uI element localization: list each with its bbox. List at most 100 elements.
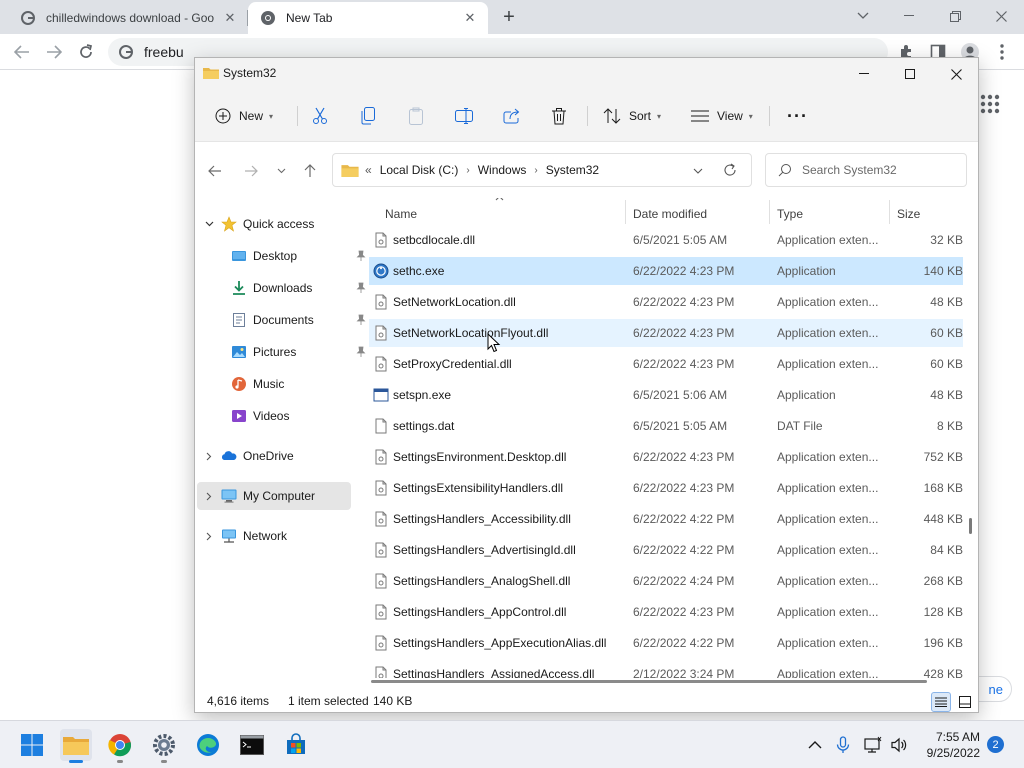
- column-header-size[interactable]: Size: [897, 204, 920, 224]
- file-row[interactable]: SettingsExtensibilityHandlers.dll 6/22/20…: [369, 474, 963, 502]
- start-button[interactable]: [16, 729, 48, 761]
- share-button[interactable]: [503, 104, 521, 128]
- tab-search-chevron-icon[interactable]: [840, 4, 886, 28]
- file-size: 128 KB: [923, 605, 963, 619]
- new-tab-button[interactable]: +: [498, 6, 520, 28]
- file-date: 6/22/2022 4:22 PM: [633, 636, 735, 650]
- cut-button[interactable]: [311, 104, 329, 128]
- clock-date: 9/25/2022: [926, 746, 980, 760]
- chevron-up-icon[interactable]: [806, 736, 824, 754]
- nav-item-onedrive[interactable]: OneDrive: [203, 442, 294, 470]
- nav-item-my-computer[interactable]: My Computer: [197, 482, 351, 510]
- file-row[interactable]: setspn.exe 6/5/2021 5:06 AM Application 48 …: [369, 381, 963, 409]
- taskbar-terminal[interactable]: [236, 729, 268, 761]
- taskbar-store[interactable]: [280, 729, 312, 761]
- taskbar-settings[interactable]: [148, 729, 180, 763]
- column-divider[interactable]: [769, 200, 770, 224]
- file-row[interactable]: SetNetworkLocationFlyout.dll 6/22/2022 4:…: [369, 319, 963, 347]
- file-row[interactable]: SetNetworkLocation.dll 6/22/2022 4:23 PM A…: [369, 288, 963, 316]
- up-arrow-icon[interactable]: [300, 162, 320, 180]
- recent-locations-chevron-icon[interactable]: [271, 162, 291, 180]
- details-view-button[interactable]: [931, 692, 951, 712]
- address-bar[interactable]: « Local Disk (C:) › Windows › System32: [332, 153, 752, 187]
- nav-item-desktop[interactable]: Desktop: [213, 242, 366, 270]
- browser-tab-newtab[interactable]: New Tab ✕: [248, 2, 488, 34]
- close-tab-icon[interactable]: ✕: [222, 10, 238, 26]
- close-tab-icon[interactable]: ✕: [462, 10, 478, 26]
- file-row[interactable]: SettingsHandlers_AssignedAccess.dll 2/12/…: [369, 660, 963, 678]
- vertical-scrollbar-thumb[interactable]: [969, 518, 972, 534]
- file-size: 196 KB: [923, 636, 963, 650]
- view-button[interactable]: View ▾: [691, 104, 753, 128]
- chevron-right-icon[interactable]: [203, 492, 215, 501]
- nav-item-videos[interactable]: Videos: [213, 402, 289, 430]
- taskbar-chrome[interactable]: [104, 729, 136, 763]
- browser-close-button[interactable]: [978, 4, 1024, 28]
- file-row[interactable]: SettingsHandlers_Accessibility.dll 6/22/2…: [369, 505, 963, 533]
- file-row[interactable]: SettingsEnvironment.Desktop.dll 6/22/2022…: [369, 443, 963, 471]
- file-row[interactable]: sethc.exe 6/22/2022 4:23 PM Application 140…: [369, 257, 963, 285]
- notification-badge[interactable]: 2: [987, 736, 1004, 753]
- google-apps-icon[interactable]: [980, 94, 1000, 114]
- browser-minimize-button[interactable]: [886, 4, 932, 28]
- column-divider[interactable]: [889, 200, 890, 224]
- minimize-button[interactable]: [841, 58, 887, 90]
- volume-icon[interactable]: [890, 736, 908, 754]
- nav-item-documents[interactable]: Documents: [213, 306, 366, 334]
- browser-tab-search[interactable]: chilledwindows download - Goo ✕: [8, 2, 248, 34]
- pin-icon[interactable]: [355, 346, 367, 358]
- forward-arrow-icon[interactable]: [241, 162, 261, 180]
- search-input[interactable]: Search System32: [765, 153, 967, 187]
- back-arrow-icon[interactable]: [205, 162, 225, 180]
- address-dropdown-chevron-icon[interactable]: [693, 168, 703, 174]
- maximize-button[interactable]: [887, 58, 933, 90]
- nav-item-network[interactable]: Network: [203, 522, 287, 550]
- chevron-down-icon[interactable]: [203, 221, 215, 227]
- large-icons-view-button[interactable]: [955, 692, 975, 712]
- file-row[interactable]: SettingsHandlers_AppControl.dll 6/22/2022…: [369, 598, 963, 626]
- nav-item-music[interactable]: Music: [213, 370, 284, 398]
- sort-button[interactable]: Sort ▾: [603, 104, 661, 128]
- browser-restore-button[interactable]: [932, 4, 978, 28]
- file-row[interactable]: setbcdlocale.dll 6/5/2021 5:05 AM Applicat…: [369, 226, 963, 254]
- back-arrow-icon[interactable]: [10, 40, 34, 64]
- browser-menu-icon[interactable]: [990, 40, 1014, 64]
- file-row[interactable]: SettingsHandlers_AdvertisingId.dll 6/22/2…: [369, 536, 963, 564]
- breadcrumb-windows[interactable]: Windows: [478, 163, 527, 177]
- column-header-name[interactable]: Name: [385, 204, 417, 224]
- refresh-icon[interactable]: [723, 163, 737, 177]
- chevron-right-icon[interactable]: [203, 532, 215, 541]
- clock[interactable]: 7:55 AM 9/25/2022: [920, 729, 980, 761]
- rename-button[interactable]: [455, 104, 473, 128]
- breadcrumb-local-disk[interactable]: Local Disk (C:): [380, 163, 459, 177]
- nav-item-downloads[interactable]: Downloads: [213, 274, 366, 302]
- copy-button[interactable]: [360, 104, 376, 128]
- new-button[interactable]: New ▾: [215, 104, 273, 128]
- reload-icon[interactable]: [74, 40, 98, 64]
- microphone-icon[interactable]: [834, 736, 852, 754]
- paste-button[interactable]: [408, 104, 424, 128]
- chevron-right-icon[interactable]: [203, 452, 215, 461]
- file-row[interactable]: SettingsHandlers_AnalogShell.dll 6/22/202…: [369, 567, 963, 595]
- pin-icon[interactable]: [355, 282, 367, 294]
- column-header-date-modified[interactable]: Date modified: [633, 204, 707, 224]
- forward-arrow-icon[interactable]: [42, 40, 66, 64]
- pin-icon[interactable]: [355, 314, 367, 326]
- file-row[interactable]: settings.dat 6/5/2021 5:05 AM DAT File 8 KB: [369, 412, 963, 440]
- nav-item-pictures[interactable]: Pictures: [213, 338, 366, 366]
- horizontal-scrollbar-thumb[interactable]: [371, 680, 927, 683]
- see-more-button[interactable]: ···: [787, 104, 808, 128]
- delete-button[interactable]: [551, 104, 567, 128]
- taskbar-edge[interactable]: [192, 729, 224, 761]
- breadcrumb-system32[interactable]: System32: [546, 163, 599, 177]
- column-header-type[interactable]: Type: [777, 204, 803, 224]
- column-divider[interactable]: [625, 200, 626, 224]
- close-button[interactable]: [933, 58, 979, 90]
- taskbar-file-explorer[interactable]: [60, 729, 92, 763]
- file-row[interactable]: SettingsHandlers_AppExecutionAlias.dll 6/…: [369, 629, 963, 657]
- network-status-icon[interactable]: [864, 736, 882, 754]
- nav-item-quick-access[interactable]: Quick access: [203, 210, 314, 238]
- breadcrumb-overflow[interactable]: «: [365, 163, 372, 177]
- file-row[interactable]: SetProxyCredential.dll 6/22/2022 4:23 PM A…: [369, 350, 963, 378]
- pin-icon[interactable]: [355, 250, 367, 262]
